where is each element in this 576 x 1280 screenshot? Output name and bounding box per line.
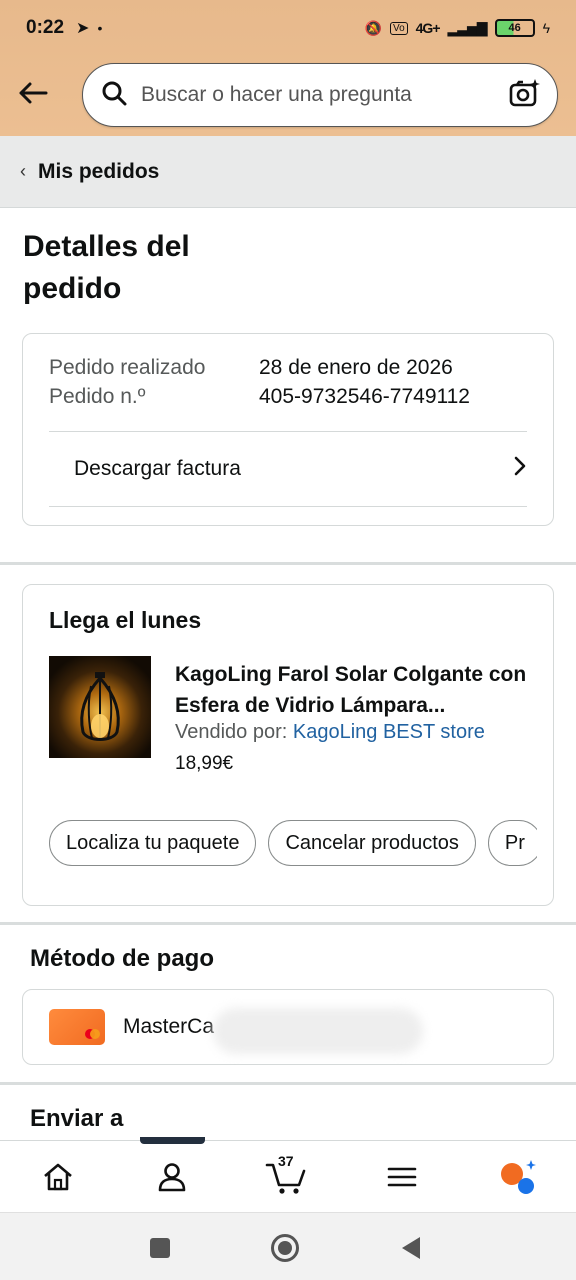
rufus-ai-icon[interactable]	[496, 1155, 540, 1199]
track-package-button[interactable]: Localiza tu paquete	[49, 820, 257, 866]
order-placed-label: Pedido realizado	[49, 356, 206, 379]
shipment-card: Llega el lunes KagoLing Farol Solar Colg…	[22, 584, 554, 906]
charging-icon: ϟ	[542, 20, 550, 36]
system-navigation-bar	[0, 1212, 576, 1280]
redaction-blur	[213, 1008, 423, 1054]
home-icon[interactable]	[36, 1155, 80, 1199]
active-tab-indicator	[140, 1137, 205, 1144]
order-placed-value: 28 de enero de 2026	[259, 356, 453, 379]
camera-search-icon[interactable]	[509, 78, 541, 113]
shipment-actions: Localiza tu paquete Cancelar productos P…	[49, 820, 537, 866]
credit-card-icon	[49, 1009, 105, 1045]
order-number-label: Pedido n.º	[49, 385, 146, 408]
search-input[interactable]	[141, 83, 509, 107]
signal-icon: ▂▃▅▇	[447, 19, 488, 36]
home-circle-icon[interactable]	[270, 1233, 300, 1263]
status-bar: 0:22 ➤ • 🔕 Vo 4G+ ▂▃▅▇ 46 ϟ	[0, 0, 576, 56]
product-image[interactable]	[49, 656, 151, 758]
divider	[49, 506, 527, 507]
breadcrumb-label[interactable]: Mis pedidos	[38, 160, 159, 184]
volte-icon: Vo	[389, 21, 408, 35]
order-number-value: 405-9732546-7749112	[259, 385, 470, 408]
app-header: 0:22 ➤ • 🔕 Vo 4G+ ▂▃▅▇ 46 ϟ	[0, 0, 576, 136]
page-title: Detalles del pedido	[23, 226, 283, 310]
mute-icon: 🔕	[364, 19, 382, 36]
back-arrow-icon[interactable]	[16, 76, 50, 110]
product-price: 18,99€	[175, 753, 234, 774]
search-bar[interactable]	[82, 63, 558, 127]
product-name-link[interactable]: KagoLing Farol Solar Colgante con Esfera…	[175, 659, 535, 721]
back-triangle-icon[interactable]	[396, 1233, 426, 1263]
download-invoice-label: Descargar factura	[74, 457, 241, 480]
cart-count: 37	[278, 1153, 294, 1169]
telegram-icon: ➤	[76, 20, 90, 37]
seller-link[interactable]: KagoLing BEST store	[293, 721, 485, 743]
sold-by-label: Vendido por:	[175, 721, 288, 743]
payment-method-card[interactable]: MasterCa	[22, 989, 554, 1065]
arrival-heading: Llega el lunes	[49, 607, 202, 633]
search-icon	[101, 80, 127, 111]
page-title-line1: Detalles del	[23, 230, 190, 263]
recents-square-icon[interactable]	[145, 1233, 175, 1263]
section-divider	[0, 1082, 576, 1085]
status-indicators: 🔕 Vo 4G+ ▂▃▅▇ 46 ϟ	[365, 19, 550, 37]
account-icon[interactable]	[150, 1155, 194, 1199]
section-divider	[0, 562, 576, 565]
battery-icon: 46	[494, 19, 535, 37]
breadcrumb[interactable]: ‹ Mis pedidos	[0, 136, 576, 208]
more-action-button[interactable]: Pr	[487, 820, 537, 866]
chevron-left-icon: ‹	[20, 161, 26, 181]
notification-dot-icon: •	[97, 20, 103, 36]
chevron-right-icon	[513, 455, 527, 483]
download-invoice-row[interactable]: Descargar factura	[49, 432, 527, 506]
ship-to-heading: Enviar a	[30, 1105, 124, 1132]
payment-heading: Método de pago	[30, 945, 214, 972]
status-time: 0:22	[26, 17, 65, 38]
page-title-line2: pedido	[23, 272, 122, 305]
card-name: MasterCa	[123, 1015, 215, 1038]
sold-by: Vendido por: KagoLing BEST store	[175, 721, 485, 744]
cancel-items-button[interactable]: Cancelar productos	[268, 820, 476, 866]
cart-icon[interactable]: 37	[264, 1153, 308, 1199]
menu-icon[interactable]	[380, 1155, 424, 1199]
bottom-navigation: 37	[0, 1137, 576, 1212]
network-label: 4G+	[415, 20, 441, 36]
order-info-card: Pedido realizado 28 de enero de 2026 Ped…	[22, 333, 554, 526]
section-divider	[0, 922, 576, 925]
